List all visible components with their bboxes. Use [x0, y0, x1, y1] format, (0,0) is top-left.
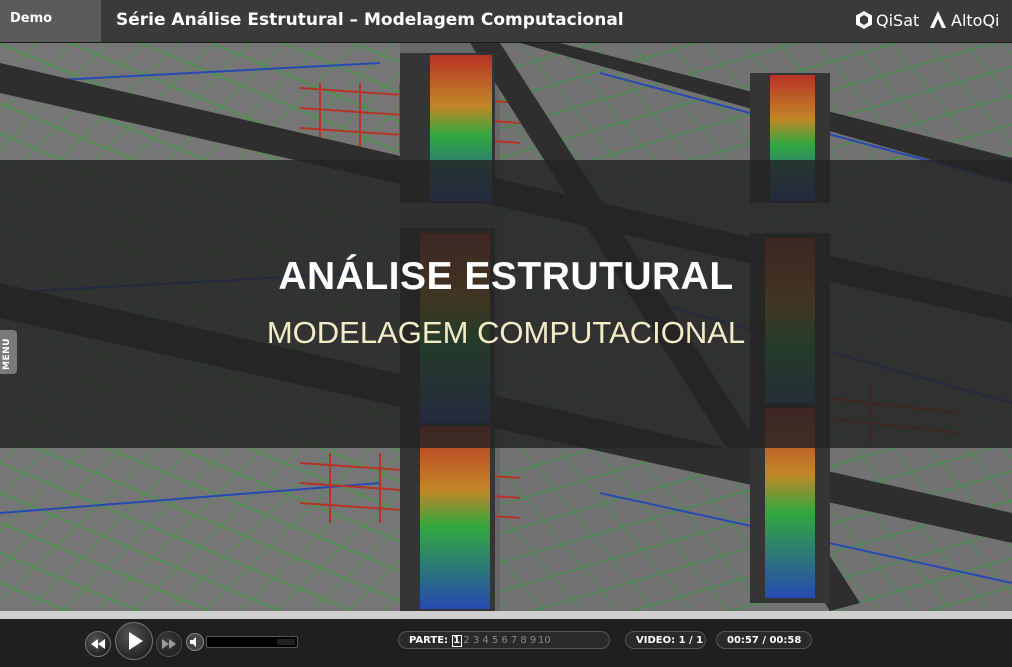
altoqi-logo[interactable]: AltoQi — [930, 8, 1000, 32]
video-stage[interactable]: ANÁLISE ESTRUTURAL MODELAGEM COMPUTACION… — [0, 43, 1012, 611]
video-counter: VIDEO: 1 / 1 — [625, 631, 706, 649]
qisat-label: QiSat — [876, 10, 920, 30]
rewind-button[interactable] — [85, 631, 111, 657]
seek-bar[interactable] — [0, 611, 1012, 619]
title-band — [0, 160, 1012, 448]
qisat-logo-icon — [856, 11, 872, 29]
part-5-button[interactable]: 5 — [491, 632, 500, 649]
altoqi-logo-icon — [930, 11, 946, 28]
seek-bar-fill — [0, 611, 1012, 619]
play-icon — [129, 632, 143, 650]
part-7-button[interactable]: 7 — [510, 632, 519, 649]
player-controls: PARTE: 1 2 3 4 5 6 7 8 9 10 VIDEO: 1 / 1 00:57 / … — [0, 619, 1012, 667]
volume-slider[interactable] — [206, 636, 298, 648]
part-4-button[interactable]: 4 — [481, 632, 490, 649]
slide-subtitle: MODELAGEM COMPUTACIONAL — [266, 315, 746, 350]
part-1-button[interactable]: 1 — [451, 635, 462, 647]
side-menu-tab[interactable]: MENU — [0, 330, 17, 374]
slide-headline: ANÁLISE ESTRUTURAL — [278, 255, 734, 298]
course-title: Série Análise Estrutural – Modelagem Com… — [116, 10, 624, 30]
volume-icon[interactable] — [186, 632, 204, 652]
video-value: 1 / 1 — [678, 635, 704, 646]
part-9-button[interactable]: 9 — [529, 632, 538, 649]
volume-slider-fill — [277, 639, 295, 645]
parts-selector: PARTE: 1 2 3 4 5 6 7 8 9 10 — [398, 631, 610, 649]
part-6-button[interactable]: 6 — [500, 632, 509, 649]
fast-forward-button[interactable] — [156, 631, 182, 657]
rewind-icon — [91, 639, 105, 649]
part-10-button[interactable]: 10 — [538, 632, 551, 649]
part-2-button[interactable]: 2 — [462, 632, 471, 649]
qisat-logo[interactable]: QiSat — [855, 8, 919, 32]
parts-label: PARTE: — [409, 635, 449, 646]
parts-list: 1 2 3 4 5 6 7 8 9 10 — [451, 632, 551, 649]
part-3-button[interactable]: 3 — [472, 632, 481, 649]
top-bar: Demo Série Análise Estrutural – Modelage… — [0, 0, 1012, 43]
altoqi-label: AltoQi — [951, 10, 1000, 30]
play-button[interactable] — [115, 622, 153, 660]
fast-forward-icon — [162, 639, 176, 649]
video-label: VIDEO: — [636, 635, 676, 646]
side-menu-label: MENU — [2, 338, 12, 370]
time-display: 00:57 / 00:58 — [716, 631, 812, 649]
demo-tab[interactable]: Demo — [0, 0, 101, 42]
part-8-button[interactable]: 8 — [519, 632, 528, 649]
